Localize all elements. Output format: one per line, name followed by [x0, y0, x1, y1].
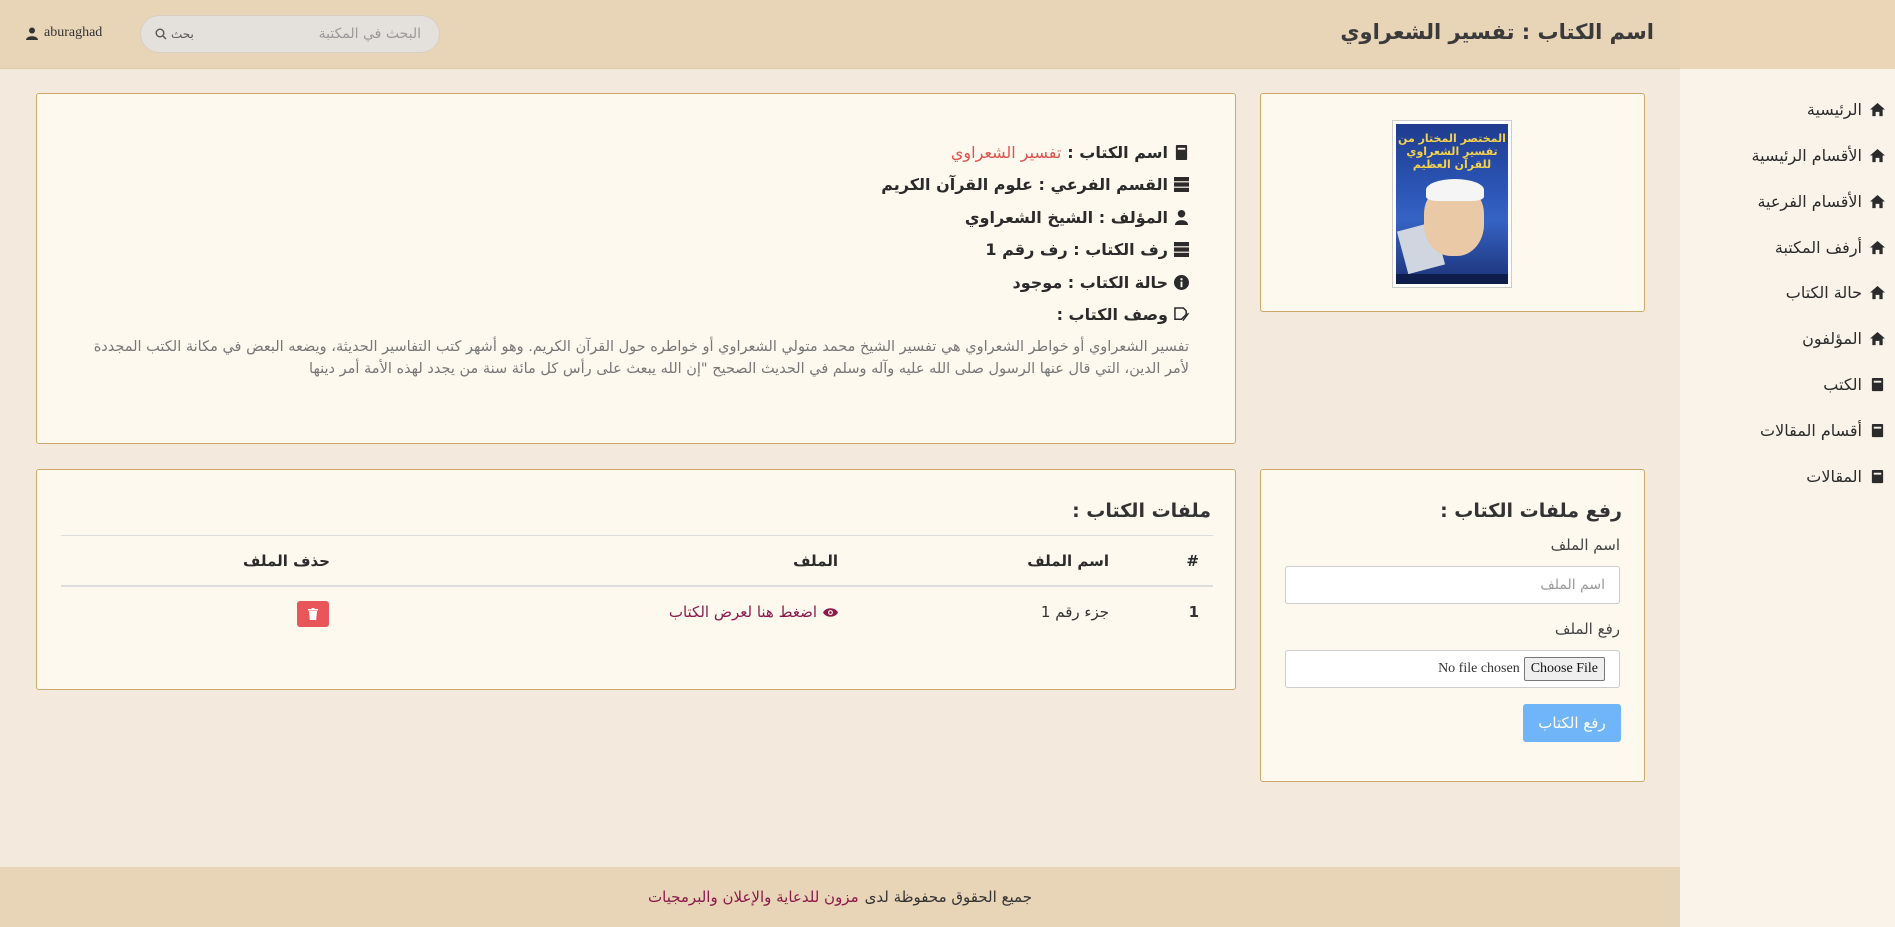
subsection-row: القسم الفرعي : علوم القرآن الكريم — [881, 169, 1189, 202]
sidebar-item-label: الأقسام الفرعية — [1757, 192, 1862, 211]
book-icon — [1871, 377, 1884, 392]
file-name-input[interactable]: اسم الملف — [1285, 566, 1620, 604]
page-title: اسم الكتاب : تفسير الشعراوي — [1340, 20, 1654, 44]
col-delete: حذف الملف — [243, 552, 330, 570]
sidebar-item-6[interactable]: الكتب — [1823, 375, 1885, 394]
sidebar-item-3[interactable]: أرفف المكتبة — [1775, 238, 1885, 257]
sidebar-item-label: الأقسام الرئيسية — [1751, 146, 1862, 165]
cover-title-line3: للقرآن العظيم — [1412, 158, 1492, 172]
sidebar-item-label: المؤلفون — [1802, 329, 1862, 348]
book-icon — [1175, 144, 1188, 160]
file-name-placeholder: اسم الملف — [1540, 577, 1605, 593]
sidebar-item-label: حالة الكتاب — [1785, 283, 1862, 302]
search-input[interactable]: البحث في المكتبة — [319, 26, 421, 42]
search-button[interactable]: بحث — [155, 27, 194, 41]
cover-panel: المختصر المختار من تفسير الشعراوي للقرآن… — [1260, 93, 1645, 312]
sidebar-item-2[interactable]: الأقسام الفرعية — [1757, 192, 1885, 211]
sidebar-item-1[interactable]: الأقسام الرئيسية — [1752, 146, 1885, 165]
files-heading: ملفات الكتاب : — [1072, 500, 1211, 522]
username: aburaghad — [44, 25, 103, 40]
home-icon — [1870, 194, 1885, 209]
user-icon — [1174, 209, 1189, 225]
user-menu[interactable]: aburaghad — [26, 25, 102, 41]
info-icon — [1174, 274, 1189, 290]
home-icon — [1870, 102, 1885, 117]
col-name: اسم الملف — [1027, 552, 1109, 570]
home-icon — [1870, 148, 1885, 163]
footer-text: جميع الحقوق محفوظة لدى — [864, 888, 1032, 906]
home-icon — [1870, 240, 1885, 255]
file-name-label: اسم الملف — [1550, 536, 1620, 554]
home-icon — [1870, 285, 1885, 300]
no-file-text: No file chosen — [1438, 661, 1520, 676]
shelf-text: رف الكتاب : رف رقم 1 — [985, 240, 1168, 260]
book-cover-image: المختصر المختار من تفسير الشعراوي للقرآن… — [1392, 120, 1512, 288]
search-button-label: بحث — [171, 27, 194, 41]
delete-file-button[interactable] — [297, 601, 329, 627]
book-description: تفسير الشعراوي أو خواطر الشعراوي هي تفسي… — [93, 339, 1189, 377]
view-book-link[interactable]: اضغط هنا لعرض الكتاب — [669, 603, 838, 621]
upload-submit-button[interactable]: رفع الكتاب — [1523, 704, 1621, 742]
view-book-link-label: اضغط هنا لعرض الكتاب — [668, 603, 817, 621]
book-name-label: اسم الكتاب : — [1067, 142, 1168, 162]
sidebar-item-label: الكتب — [1823, 375, 1862, 394]
status-row: حالة الكتاب : موجود — [881, 266, 1189, 299]
home-icon — [1870, 331, 1885, 346]
search-icon — [155, 28, 167, 40]
top-bar: اسم الكتاب : تفسير الشعراوي بحث البحث في… — [0, 0, 1680, 69]
book-icon — [1871, 469, 1884, 484]
sidebar-header — [1680, 0, 1895, 69]
user-icon — [26, 27, 38, 40]
table-header: # اسم الملف الملف حذف الملف — [61, 535, 1213, 587]
cover-title-line2: تفسير الشعراوي — [1406, 145, 1498, 159]
server-icon — [1174, 177, 1189, 193]
col-file: الملف — [793, 552, 838, 570]
files-table: # اسم الملف الملف حذف الملف 1 جزء رقم 1 … — [61, 535, 1213, 639]
search-box[interactable]: بحث البحث في المكتبة — [140, 15, 440, 53]
server-icon — [1174, 242, 1189, 258]
cover-title-line1: المختصر المختار من — [1398, 132, 1506, 145]
table-row: 1 جزء رقم 1 اضغط هنا لعرض الكتاب — [61, 587, 1213, 639]
sidebar-item-label: المقالات — [1806, 467, 1862, 486]
description-label: وصف الكتاب : — [1056, 305, 1168, 325]
subsection-text: القسم الفرعي : علوم القرآن الكريم — [881, 175, 1168, 195]
row-num: 1 — [1188, 603, 1199, 621]
sidebar — [1680, 0, 1895, 927]
sidebar-item-0[interactable]: الرئيسية — [1807, 100, 1885, 119]
upload-heading: رفع ملفات الكتاب : — [1440, 500, 1622, 522]
book-name-row: اسم الكتاب : تفسير الشعراوي — [881, 136, 1189, 169]
file-picker[interactable]: Choose File No file chosen — [1285, 650, 1620, 688]
col-num: # — [1186, 552, 1199, 570]
choose-file-button[interactable]: Choose File — [1523, 657, 1605, 681]
status-text: حالة الكتاب : موجود — [1012, 272, 1168, 292]
sidebar-item-label: أقسام المقالات — [1760, 421, 1862, 440]
upload-panel: رفع ملفات الكتاب : اسم الملف اسم الملف ر… — [1260, 469, 1645, 782]
footer: جميع الحقوق محفوظة لدى مزون للدعاية والإ… — [0, 867, 1680, 927]
author-text: المؤلف : الشيخ الشعراوي — [964, 207, 1168, 227]
row-name: جزء رقم 1 — [1040, 603, 1109, 621]
trash-icon — [308, 608, 318, 620]
book-name-value: تفسير الشعراوي — [950, 142, 1062, 162]
eye-icon — [823, 607, 838, 617]
files-panel: ملفات الكتاب : # اسم الملف الملف حذف الم… — [36, 469, 1236, 690]
sidebar-item-label: الرئيسية — [1806, 100, 1862, 119]
author-row: المؤلف : الشيخ الشعراوي — [881, 201, 1189, 234]
sidebar-item-8[interactable]: المقالات — [1806, 467, 1885, 486]
sidebar-item-4[interactable]: حالة الكتاب — [1786, 283, 1885, 302]
shelf-row: رف الكتاب : رف رقم 1 — [881, 234, 1189, 267]
description-label-row: وصف الكتاب : — [881, 299, 1189, 332]
sidebar-item-7[interactable]: أقسام المقالات — [1760, 421, 1885, 440]
footer-brand-link[interactable]: مزون للدعاية والإعلان والبرمجيات — [648, 888, 859, 906]
edit-icon — [1174, 307, 1189, 322]
sidebar-item-5[interactable]: المؤلفون — [1802, 329, 1885, 348]
book-info-panel: اسم الكتاب : تفسير الشعراوي القسم الفرعي… — [36, 93, 1236, 444]
sidebar-item-label: أرفف المكتبة — [1774, 238, 1862, 257]
book-icon — [1871, 423, 1884, 438]
file-upload-label: رفع الملف — [1554, 620, 1620, 638]
